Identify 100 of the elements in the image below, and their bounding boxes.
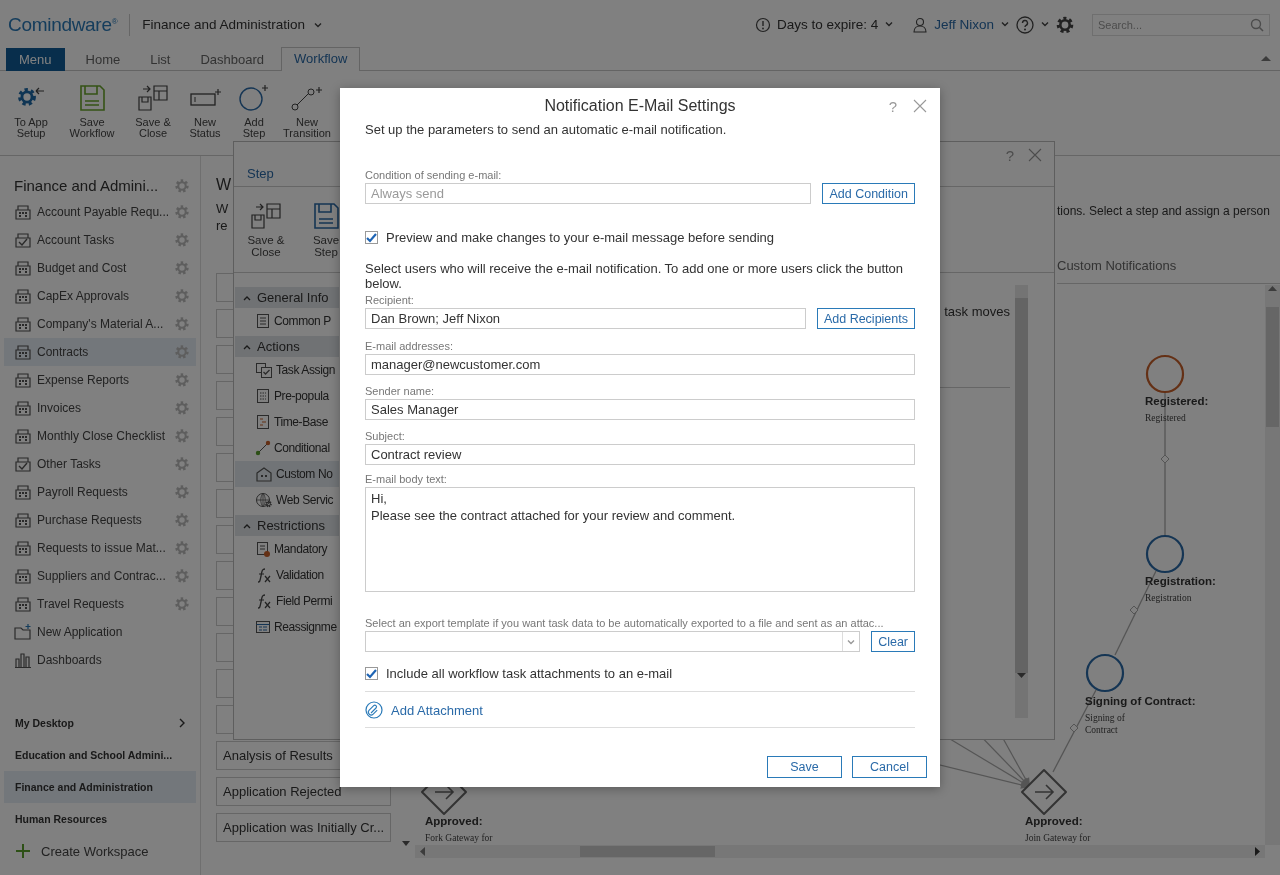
- create-workspace-link[interactable]: Create Workspace: [4, 835, 196, 871]
- step-node[interactable]: [1085, 653, 1125, 693]
- ribbon-button[interactable]: Save Workflow: [58, 82, 126, 139]
- step-node[interactable]: [1145, 534, 1185, 574]
- subject-field[interactable]: Contract review: [365, 444, 915, 465]
- tree-item[interactable]: Validation: [235, 562, 339, 588]
- tab[interactable]: Step: [247, 166, 274, 181]
- template-dropdown[interactable]: [365, 631, 861, 652]
- tab[interactable]: Home: [72, 47, 134, 71]
- scroll-down-icon: [401, 840, 411, 848]
- sidebar-item[interactable]: Suppliers and Contrac...: [4, 562, 196, 590]
- help-button[interactable]: ?: [1005, 146, 1014, 164]
- ribbon-button[interactable]: To App Setup: [4, 82, 58, 139]
- scrollbar-thumb[interactable]: [1266, 307, 1279, 427]
- caret-icon: [243, 343, 251, 350]
- menu-button[interactable]: Menu: [6, 47, 65, 71]
- sidebar-item[interactable]: Requests to issue Mat...: [4, 534, 196, 562]
- sidebar-item[interactable]: Purchase Requests: [4, 506, 196, 534]
- sidebar-item[interactable]: CapEx Approvals: [4, 282, 196, 310]
- checkbox[interactable]: [365, 667, 378, 680]
- field-label: Subject:: [365, 430, 406, 442]
- checklist-icon: [255, 362, 273, 378]
- tree-item[interactable]: Custom No: [235, 461, 339, 487]
- workspace-item[interactable]: Human Resources: [4, 803, 196, 835]
- email-field[interactable]: manager@newcustomer.com: [365, 354, 915, 375]
- body-field[interactable]: Hi, Please see the contract attached for your review and comment.: [365, 487, 915, 592]
- help-button[interactable]: ?: [888, 97, 897, 115]
- status-node[interactable]: [1145, 354, 1185, 394]
- ribbon-button[interactable]: Add Step: [230, 82, 278, 139]
- add-recipients-button[interactable]: Add Recipients: [816, 308, 915, 329]
- cancel-button[interactable]: Cancel: [852, 756, 927, 778]
- sidebar-item[interactable]: Monthly Close Checklist: [4, 422, 196, 450]
- add-attachment-link[interactable]: Add Attachment: [391, 702, 483, 718]
- ribbon-button[interactable]: Save & Close: [126, 82, 180, 139]
- tree-item[interactable]: Time-Base: [235, 409, 339, 435]
- node-caption: Join Gateway for: [1025, 833, 1091, 843]
- tree-item[interactable]: Reassignme: [235, 614, 339, 640]
- help-icon: [1016, 15, 1034, 34]
- building-icon: [14, 484, 32, 500]
- add-condition-button[interactable]: Add Condition: [822, 183, 915, 204]
- user-link[interactable]: Jeff Nixon: [934, 17, 994, 33]
- sidebar-item[interactable]: Expense Reports: [4, 366, 196, 394]
- gateway-node[interactable]: [1021, 769, 1067, 815]
- check-icon: [366, 232, 377, 243]
- workspace-item[interactable]: Education and School Admini...: [4, 739, 196, 771]
- ribbon-button[interactable]: New Status: [180, 82, 230, 139]
- recipient-field[interactable]: Dan Brown; Jeff Nixon: [365, 308, 806, 329]
- sidebar-item[interactable]: Travel Requests: [4, 590, 196, 618]
- save-button[interactable]: Save: [767, 756, 842, 778]
- sidebar-item[interactable]: Dashboards: [4, 646, 196, 674]
- condition-field[interactable]: Always send: [365, 183, 812, 204]
- tree-group[interactable]: Restrictions: [235, 515, 339, 536]
- page-description: W re: [216, 200, 229, 234]
- sidebar-item[interactable]: Account Tasks: [4, 226, 196, 254]
- sender-field[interactable]: Sales Manager: [365, 399, 915, 420]
- node-title: Approved:: [425, 815, 483, 827]
- tree-group[interactable]: General Info: [235, 287, 339, 308]
- scrollbar-thumb[interactable]: [580, 846, 715, 857]
- sidebar-item[interactable]: Company's Material A...: [4, 310, 196, 338]
- sidebar-item[interactable]: Budget and Cost: [4, 254, 196, 282]
- sidebar-item[interactable]: Account Payable Requ...: [4, 198, 196, 226]
- workspace-item[interactable]: Finance and Administration: [4, 771, 196, 803]
- toolbar-button[interactable]: Save & Close: [240, 201, 292, 272]
- tree-item[interactable]: Field Permi: [235, 588, 339, 614]
- list-item[interactable]: Application was Initially Cr...: [216, 813, 391, 842]
- tree-item[interactable]: Web Servic: [235, 487, 339, 513]
- plus-icon: [15, 843, 31, 859]
- tab[interactable]: Custom Notifications: [1057, 258, 1280, 284]
- tab[interactable]: Workflow: [281, 46, 361, 71]
- checkbox[interactable]: [365, 231, 378, 244]
- tree-item[interactable]: Task Assign: [235, 357, 339, 383]
- vertical-scrollbar[interactable]: [1265, 285, 1280, 845]
- sidebar-item[interactable]: New Application: [4, 618, 196, 646]
- horizontal-scrollbar[interactable]: [415, 845, 1265, 858]
- sidebar-item[interactable]: Other Tasks: [4, 450, 196, 478]
- settings-icon: [1056, 15, 1074, 34]
- tree-group[interactable]: Actions: [235, 336, 339, 357]
- gear-icon: [175, 205, 189, 219]
- sidebar-item[interactable]: Invoices: [4, 394, 196, 422]
- ribbon-button[interactable]: New Transition: [278, 82, 336, 139]
- gear-icon: [175, 373, 189, 387]
- building-icon: [14, 316, 32, 332]
- building-icon: [14, 204, 32, 220]
- node-title: Registration:: [1145, 575, 1216, 587]
- sidebar-item[interactable]: Contracts: [4, 338, 196, 366]
- gear-icon: [175, 569, 189, 583]
- node-title: Approved:: [1025, 815, 1083, 827]
- tree-item[interactable]: Common P: [235, 308, 339, 334]
- tree-item[interactable]: Conditional: [235, 435, 339, 461]
- workspace-item[interactable]: My Desktop: [4, 707, 196, 739]
- toolbar-button[interactable]: Save Step: [300, 201, 352, 272]
- tree-item[interactable]: Pre-popula: [235, 383, 339, 409]
- dialog-title: Notification E-Mail Settings: [544, 97, 736, 115]
- clear-button[interactable]: Clear: [871, 631, 915, 652]
- sidebar-item[interactable]: Payroll Requests: [4, 478, 196, 506]
- tab[interactable]: List: [137, 47, 184, 71]
- gear-icon: [175, 178, 189, 193]
- tree-item[interactable]: Mandatory: [235, 536, 339, 562]
- tab[interactable]: Dashboard: [187, 47, 278, 71]
- mailbox-icon: [255, 466, 273, 482]
